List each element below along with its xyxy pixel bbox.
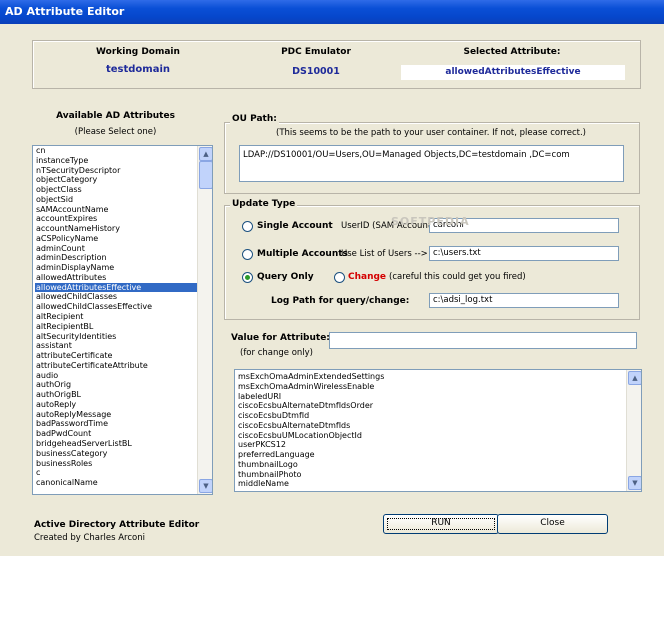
value-list-item[interactable]: userPKCS12 (237, 440, 626, 450)
value-list-item[interactable]: ciscoEcsbuUMLocationObjectId (237, 431, 626, 441)
ou-path-input[interactable]: LDAP://DS10001/OU=Users,OU=Managed Objec… (239, 145, 624, 182)
attribute-list-item[interactable]: altRecipient (35, 312, 197, 322)
attribute-list-item[interactable]: badPasswordTime (35, 419, 197, 429)
value-list-item[interactable]: labeledURI (237, 392, 626, 402)
values-scroll-down-icon[interactable]: ▼ (628, 476, 641, 490)
close-button[interactable]: Close (497, 514, 608, 534)
attribute-list-item[interactable]: allowedChildClasses (35, 292, 197, 302)
multiple-accounts-label: Multiple Accounts (257, 249, 348, 259)
value-list-item[interactable]: ciscoEcsbuDtmfId (237, 411, 626, 421)
attribute-list-item[interactable]: objectCategory (35, 175, 197, 185)
attribute-list-item[interactable]: accountNameHistory (35, 224, 197, 234)
ou-path-label: OU Path: (230, 114, 279, 124)
attribute-list-item[interactable]: objectClass (35, 185, 197, 195)
pdc-label: PDC Emulator (281, 47, 351, 57)
attribute-list-item[interactable]: cn (35, 146, 197, 156)
attributes-listbox[interactable]: cn instanceType nTSecurityDescriptor object… (32, 145, 213, 495)
value-list-item[interactable]: preferredLanguage (237, 450, 626, 460)
value-list-item[interactable]: ciscoEcsbuAlternateDtmfIdsOrder (237, 401, 626, 411)
value-sublabel: (for change only) (240, 348, 313, 358)
attribute-list-item[interactable]: allowedChildClassesEffective (35, 302, 197, 312)
single-account-radio[interactable] (242, 221, 253, 232)
attribute-list-item[interactable]: adminDisplayName (35, 263, 197, 273)
attribute-list-item[interactable]: audio (35, 371, 197, 381)
attribute-list-item[interactable]: altRecipientBL (35, 322, 197, 332)
values-listbox[interactable]: msExchOmaAdminExtendedSettings msExchOmaA… (234, 369, 642, 492)
attribute-list-item[interactable]: attributeCertificateAttribute (35, 361, 197, 371)
value-input[interactable] (329, 332, 637, 349)
values-scrollbar[interactable]: ▲ ▼ (626, 370, 641, 491)
client-area: Working Domain testdomain PDC Emulator D… (3, 24, 660, 553)
watermark-text: SOFTPEDIA (391, 215, 470, 228)
attribute-list-item[interactable]: allowedAttributes (35, 273, 197, 283)
single-account-label: Single Account (257, 221, 333, 231)
selected-attr-value: allowedAttributesEffective (445, 67, 581, 77)
attribute-list-item[interactable]: attributeCertificate (35, 351, 197, 361)
selected-attr-label: Selected Attribute: (463, 47, 561, 57)
attributes-items: cn instanceType nTSecurityDescriptor object… (35, 146, 197, 488)
attribute-list-item[interactable]: autoReply (35, 400, 197, 410)
attribute-list-item[interactable]: bridgeheadServerListBL (35, 439, 197, 449)
attribute-list-item[interactable]: objectSid (35, 195, 197, 205)
attribute-list-item[interactable]: autoReplyMessage (35, 410, 197, 420)
log-path-label: Log Path for query/change: (271, 296, 410, 306)
change-warning: (careful this could get you fired) (389, 272, 526, 282)
attribute-list-item[interactable]: canonicalName (35, 478, 197, 488)
user-list-label: Use List of Users --> (341, 249, 428, 259)
change-label: Change (348, 272, 387, 282)
query-only-radio[interactable] (242, 272, 253, 283)
values-scroll-up-icon[interactable]: ▲ (628, 371, 641, 385)
log-path-input[interactable]: c:\adsi_log.txt (429, 293, 619, 308)
value-list-item[interactable]: ciscoEcsbuAlternateDtmfIds (237, 421, 626, 431)
window-title: AD Attribute Editor (5, 5, 125, 18)
working-domain-label: Working Domain (96, 47, 180, 57)
footer-credit: Created by Charles Arconi (34, 533, 145, 543)
attribute-list-item[interactable]: altSecurityIdentities (35, 332, 197, 342)
scroll-down-icon[interactable]: ▼ (199, 479, 212, 493)
user-list-input[interactable]: c:\users.txt (429, 246, 619, 261)
attribute-list-item[interactable]: authOrigBL (35, 390, 197, 400)
update-type-label: Update Type (230, 199, 298, 209)
value-list-item[interactable]: msExchOmaAdminExtendedSettings (237, 372, 626, 382)
attribute-list-item[interactable]: aCSPolicyName (35, 234, 197, 244)
footer-app-name: Active Directory Attribute Editor (34, 520, 200, 530)
value-list-item[interactable]: thumbnailLogo (237, 460, 626, 470)
close-button-label: Close (540, 518, 565, 528)
attribute-list-item[interactable]: badPwdCount (35, 429, 197, 439)
attribute-list-item[interactable]: sAMAccountName (35, 205, 197, 215)
attribute-list-item[interactable]: c (35, 468, 197, 478)
working-domain-value: testdomain (105, 64, 171, 75)
attribute-list-item[interactable]: assistant (35, 341, 197, 351)
attributes-subtitle: (Please Select one) (74, 127, 157, 137)
main-window: AD Attribute Editor Working Domain testd… (0, 0, 664, 556)
attribute-list-item[interactable]: authOrig (35, 380, 197, 390)
value-label: Value for Attribute: (231, 333, 330, 343)
attributes-title: Available AD Attributes (56, 111, 175, 121)
attribute-list-item[interactable]: accountExpires (35, 214, 197, 224)
run-button[interactable]: RUN (383, 514, 499, 534)
attribute-list-item[interactable]: businessRoles (35, 459, 197, 469)
value-list-item[interactable]: msExchOmaAdminWirelessEnable (237, 382, 626, 392)
multiple-accounts-radio[interactable] (242, 249, 253, 260)
change-radio[interactable] (334, 272, 345, 283)
attribute-list-item[interactable]: allowedAttributesEffective (35, 282, 197, 293)
attribute-list-item[interactable]: adminDescription (35, 253, 197, 263)
attributes-scrollbar[interactable]: ▲ ▼ (197, 146, 212, 494)
title-bar[interactable]: AD Attribute Editor (0, 0, 664, 24)
ou-path-hint: (This seems to be the path to your user … (276, 128, 586, 138)
values-items: msExchOmaAdminExtendedSettings msExchOmaA… (237, 372, 626, 489)
attribute-list-item[interactable]: adminCount (35, 244, 197, 254)
scroll-up-icon[interactable]: ▲ (199, 147, 212, 161)
query-only-label: Query Only (257, 272, 314, 282)
value-list-item[interactable]: middleName (237, 479, 626, 489)
attribute-list-item[interactable]: nTSecurityDescriptor (35, 166, 197, 176)
pdc-value: DS10001 (292, 66, 340, 77)
attribute-list-item[interactable]: businessCategory (35, 449, 197, 459)
scroll-thumb[interactable] (199, 161, 212, 189)
run-focus-ring (387, 518, 495, 530)
attribute-list-item[interactable]: instanceType (35, 156, 197, 166)
value-list-item[interactable]: thumbnailPhoto (237, 470, 626, 480)
